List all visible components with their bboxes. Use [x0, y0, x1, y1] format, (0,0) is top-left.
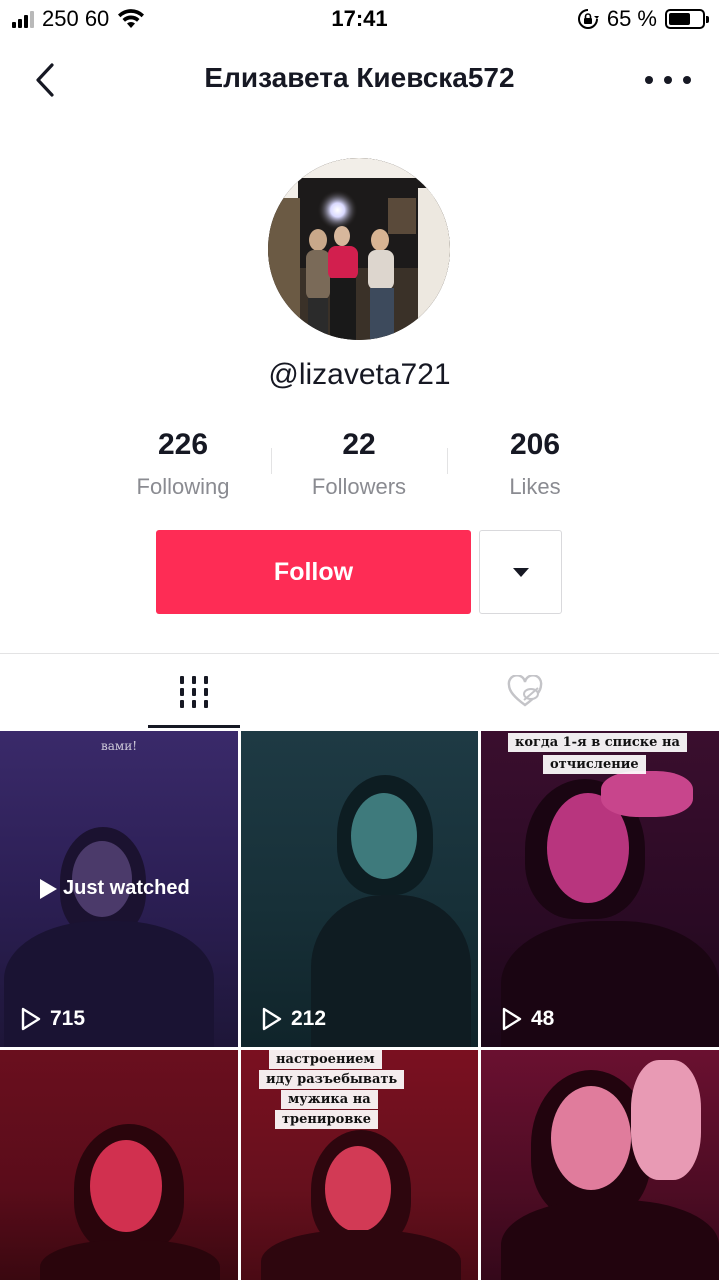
thumbnail-figure [551, 1086, 631, 1190]
stat-following[interactable]: 226 Following [93, 428, 273, 500]
thumbnail-figure [90, 1140, 162, 1232]
view-count-value: 212 [291, 1007, 327, 1030]
view-count-value: 48 [531, 1007, 555, 1030]
active-tab-indicator [148, 725, 240, 728]
play-outline-icon [502, 1007, 522, 1031]
video-grid: вами! Just watched 715 212 когда 1-я в с… [0, 731, 719, 1280]
video-caption: тренировке [275, 1110, 379, 1129]
stat-value: 206 [509, 428, 561, 461]
tab-liked[interactable] [485, 654, 565, 730]
video-caption: когда 1-я в списке на [508, 733, 687, 752]
battery-icon [665, 9, 709, 29]
view-count-value: 715 [50, 1007, 86, 1030]
orientation-lock-icon [577, 9, 599, 29]
stat-likes[interactable]: 206 Likes [445, 428, 625, 500]
profile-username: @lizaveta721 [268, 358, 451, 391]
more-options-button[interactable] [645, 62, 691, 98]
overlay-text: Just watched [63, 877, 190, 899]
view-count: 715 [20, 1007, 85, 1031]
video-tile[interactable]: вами! Just watched 715 [0, 731, 238, 1047]
heart-hidden-icon [507, 675, 543, 707]
stat-label: Following [136, 474, 230, 499]
view-count: 48 [501, 1007, 554, 1031]
battery-level [669, 13, 690, 25]
view-count: 212 [261, 1007, 326, 1031]
video-caption: отчисление [543, 755, 646, 774]
avatar-image [268, 158, 450, 340]
video-tile[interactable] [0, 1050, 238, 1280]
divider [0, 653, 719, 654]
wifi-icon [118, 9, 145, 28]
caret-down-icon [512, 567, 529, 577]
play-outline-icon [262, 1007, 282, 1031]
video-tile[interactable]: когда 1-я в списке на отчисление 48 [481, 731, 719, 1047]
back-button[interactable] [26, 60, 66, 100]
thumbnail-figure [351, 793, 417, 879]
profile-header: Елизавета Киевска572 [0, 48, 719, 112]
suggested-accounts-button[interactable] [479, 530, 562, 614]
chevron-left-icon [36, 63, 54, 97]
video-tile[interactable]: 212 [241, 731, 478, 1047]
thumbnail-figure [261, 1230, 461, 1280]
thumbnail-figure [601, 771, 693, 817]
signal-icon [12, 10, 34, 28]
video-caption: вами! [100, 739, 138, 753]
carrier-name: 250 60 [42, 6, 110, 31]
stat-value: 226 [157, 428, 209, 461]
stat-followers[interactable]: 22 Followers [269, 428, 449, 500]
battery-percent: 65 % [606, 6, 657, 31]
just-watched-label: Just watched [40, 877, 190, 900]
status-right: 65 % [577, 6, 709, 32]
status-left: 250 60 [12, 6, 145, 32]
thumbnail-figure [501, 1200, 719, 1280]
page-title: Елизавета Киевска572 [204, 62, 515, 93]
thumbnail-figure [631, 1060, 701, 1180]
avatar[interactable] [268, 158, 450, 340]
stat-value: 22 [342, 428, 376, 461]
video-caption: настроением [269, 1050, 382, 1069]
play-icon [40, 878, 57, 899]
thumbnail-figure [40, 1240, 220, 1280]
follow-button[interactable]: Follow [156, 530, 471, 614]
video-tile[interactable]: настроением иду разъебывать мужика на тр… [241, 1050, 478, 1280]
video-caption: мужика на [281, 1090, 378, 1109]
stat-label: Followers [311, 474, 407, 499]
thumbnail-figure [311, 895, 471, 1047]
profile-stats: 226 Following 22 Followers 206 Likes [0, 428, 719, 508]
more-horizontal-icon [645, 76, 653, 84]
video-tile[interactable] [481, 1050, 719, 1280]
video-caption: иду разъебывать [259, 1070, 405, 1089]
grid-icon [180, 676, 208, 708]
stat-label: Likes [509, 474, 561, 499]
thumbnail-figure [325, 1146, 391, 1232]
status-bar: 250 60 17:41 65 % [0, 0, 719, 40]
tab-videos[interactable] [148, 654, 240, 730]
play-outline-icon [21, 1007, 41, 1031]
